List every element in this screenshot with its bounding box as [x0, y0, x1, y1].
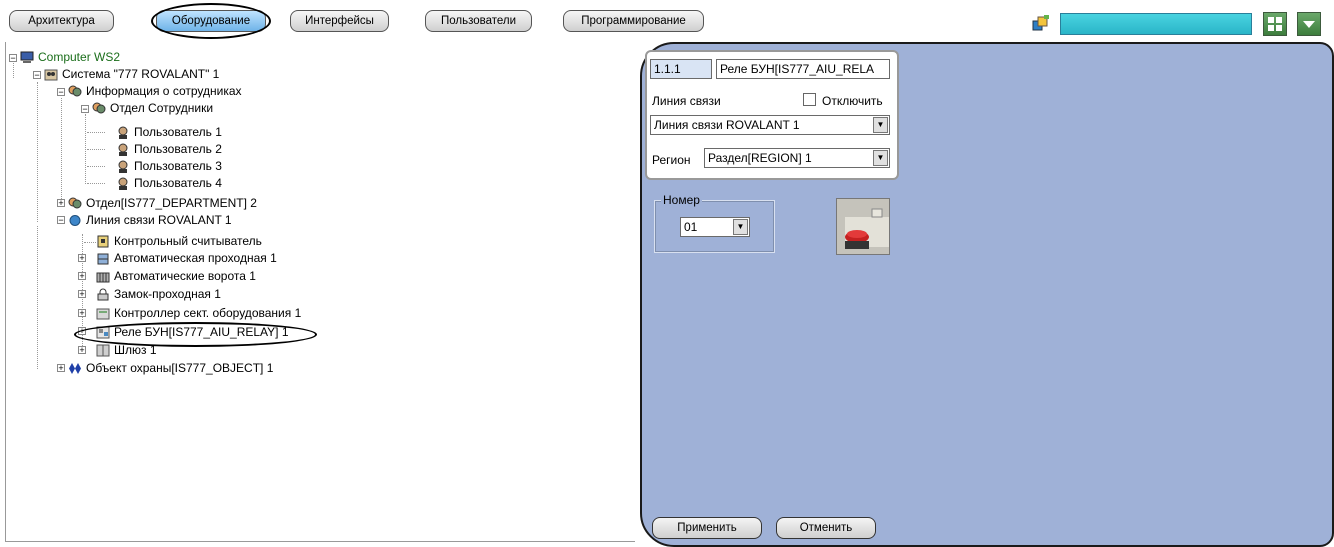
disable-checkbox[interactable] [803, 93, 816, 106]
turnstile-icon [96, 252, 110, 265]
tree-item-reader[interactable]: Контрольный считыватель [96, 233, 262, 249]
expand-toggle[interactable]: + [78, 309, 86, 318]
user-icon [116, 143, 130, 156]
expand-toggle[interactable]: + [78, 254, 86, 263]
disable-label: Отключить [822, 94, 883, 108]
dropdown-menu-button[interactable] [1297, 12, 1321, 36]
tree-item-guard-object[interactable]: Объект охраны[IS777_OBJECT] 1 [68, 360, 273, 376]
user-icon [116, 160, 130, 173]
tree-item-computer[interactable]: Computer WS2 [20, 49, 120, 65]
comm-line-select[interactable]: Линия связи ROVALANT 1 ▼ [650, 115, 890, 135]
tree-item-employees-info[interactable]: Информация о сотрудниках [68, 83, 242, 99]
reader-icon [96, 235, 110, 248]
layout-switch-icon[interactable] [1032, 15, 1050, 31]
chevron-down-icon [1303, 21, 1315, 28]
tree-item-user[interactable]: Пользователь 3 [116, 158, 222, 174]
tab-architecture[interactable]: Архитектура [9, 10, 114, 32]
relay-device-image [836, 198, 890, 255]
department-icon [68, 197, 82, 210]
chevron-down-icon[interactable]: ▼ [873, 117, 888, 133]
tree-item-turnstile[interactable]: Автоматическая проходная 1 [96, 250, 277, 266]
tree-item-relay[interactable]: Реле БУН[IS777_AIU_RELAY] 1 [96, 324, 289, 340]
apply-button[interactable]: Применить [652, 517, 762, 539]
grid-icon [1268, 17, 1282, 31]
collapse-toggle[interactable]: − [81, 105, 89, 114]
guard-object-icon [68, 362, 82, 375]
tree-item-user[interactable]: Пользователь 2 [116, 141, 222, 157]
number-select[interactable]: 01 ▼ [680, 217, 750, 237]
tab-interfaces[interactable]: Интерфейсы [290, 10, 389, 32]
comm-line-value: Линия связи ROVALANT 1 [654, 118, 800, 132]
gateway-icon [96, 344, 110, 357]
search-box[interactable] [1060, 13, 1252, 35]
lock-icon [96, 288, 110, 301]
relay-icon [96, 326, 110, 339]
tab-programming[interactable]: Программирование [563, 10, 704, 32]
tree-item-system[interactable]: Система "777 ROVALANT" 1 [44, 66, 219, 82]
comm-line-icon [68, 214, 82, 227]
tree-item-gateway[interactable]: Шлюз 1 [96, 342, 157, 358]
tree-item-comm-line[interactable]: Линия связи ROVALANT 1 [68, 212, 232, 228]
tree-item-controller[interactable]: Контроллер сект. оборудования 1 [96, 305, 301, 321]
expand-toggle[interactable]: + [78, 272, 86, 281]
top-toolbar: Архитектура Оборудование Интерфейсы Поль… [0, 0, 1334, 40]
expand-toggle[interactable]: + [57, 364, 65, 373]
number-group-label: Номер [661, 193, 702, 207]
expand-toggle[interactable]: + [78, 327, 86, 336]
expand-toggle[interactable]: + [57, 199, 65, 208]
collapse-toggle[interactable]: − [57, 216, 65, 225]
region-value: Раздел[REGION] 1 [708, 151, 812, 165]
employees-info-icon [68, 85, 82, 98]
chevron-down-icon[interactable]: ▼ [873, 150, 888, 166]
region-select[interactable]: Раздел[REGION] 1 ▼ [704, 148, 890, 168]
tree-item-department[interactable]: Отдел Сотрудники [92, 100, 213, 116]
department-icon [92, 102, 106, 115]
tab-users[interactable]: Пользователи [425, 10, 532, 32]
grid-view-button[interactable] [1263, 12, 1287, 36]
chevron-down-icon[interactable]: ▼ [733, 219, 748, 235]
tree-item-user[interactable]: Пользователь 1 [116, 124, 222, 140]
collapse-toggle[interactable]: − [57, 88, 65, 97]
name-field[interactable]: Реле БУН[IS777_AIU_RELA [716, 59, 890, 79]
collapse-toggle[interactable]: − [9, 54, 17, 63]
comm-line-label: Линия связи [652, 94, 721, 108]
tree-item-gate[interactable]: Автоматические ворота 1 [96, 268, 256, 284]
computer-icon [20, 51, 34, 64]
tree-item-user[interactable]: Пользователь 4 [116, 175, 222, 191]
tab-equipment[interactable]: Оборудование [156, 10, 266, 32]
user-icon [116, 177, 130, 190]
id-field[interactable]: 1.1.1 [650, 59, 712, 79]
system-icon [44, 68, 58, 81]
region-label: Регион [652, 153, 691, 167]
gate-icon [96, 270, 110, 283]
cancel-button[interactable]: Отменить [776, 517, 876, 539]
user-icon [116, 126, 130, 139]
number-value: 01 [684, 220, 698, 234]
tree-item-department[interactable]: Отдел[IS777_DEPARTMENT] 2 [68, 195, 257, 211]
tree-item-lock[interactable]: Замок-проходная 1 [96, 286, 221, 302]
expand-toggle[interactable]: + [78, 346, 86, 355]
controller-icon [96, 307, 110, 320]
collapse-toggle[interactable]: − [33, 71, 41, 80]
expand-toggle[interactable]: + [78, 290, 86, 299]
